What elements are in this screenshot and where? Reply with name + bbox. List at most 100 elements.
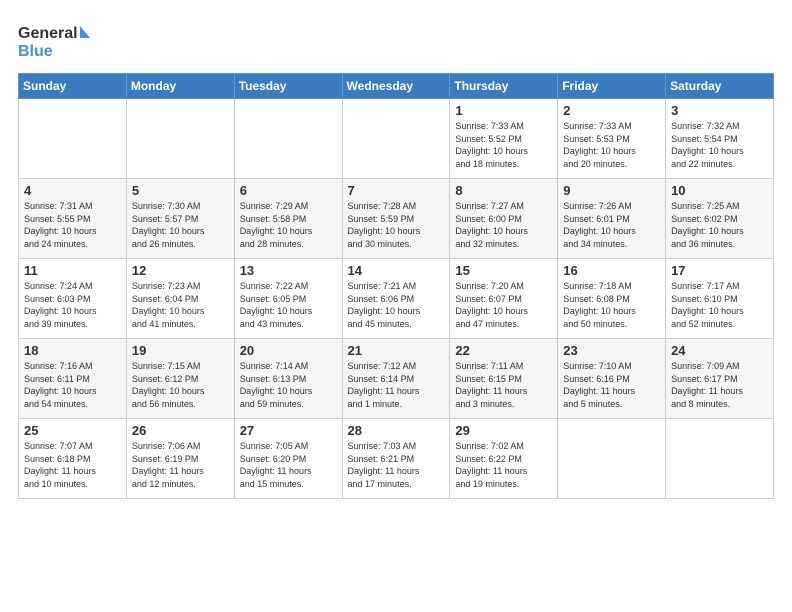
day-number: 4: [24, 183, 121, 198]
day-number: 16: [563, 263, 660, 278]
day-number: 8: [455, 183, 552, 198]
day-cell: 13 Sunrise: 7:22 AM Sunset: 6:05 PM Dayli…: [234, 259, 342, 339]
day-info: Sunrise: 7:10 AM Sunset: 6:16 PM Dayligh…: [563, 360, 660, 410]
calendar-table: SundayMondayTuesdayWednesdayThursdayFrid…: [18, 73, 774, 499]
day-cell: 5 Sunrise: 7:30 AM Sunset: 5:57 PM Daylig…: [126, 179, 234, 259]
weekday-saturday: Saturday: [666, 74, 774, 99]
day-cell: [342, 99, 450, 179]
day-info: Sunrise: 7:30 AM Sunset: 5:57 PM Dayligh…: [132, 200, 229, 250]
day-cell: 3 Sunrise: 7:32 AM Sunset: 5:54 PM Daylig…: [666, 99, 774, 179]
weekday-monday: Monday: [126, 74, 234, 99]
day-number: 19: [132, 343, 229, 358]
day-number: 9: [563, 183, 660, 198]
day-number: 23: [563, 343, 660, 358]
day-cell: [234, 99, 342, 179]
day-cell: 28 Sunrise: 7:03 AM Sunset: 6:21 PM Dayli…: [342, 419, 450, 499]
day-number: 6: [240, 183, 337, 198]
day-info: Sunrise: 7:21 AM Sunset: 6:06 PM Dayligh…: [348, 280, 445, 330]
day-cell: [19, 99, 127, 179]
weekday-tuesday: Tuesday: [234, 74, 342, 99]
day-cell: 21 Sunrise: 7:12 AM Sunset: 6:14 PM Dayli…: [342, 339, 450, 419]
day-cell: 2 Sunrise: 7:33 AM Sunset: 5:53 PM Daylig…: [558, 99, 666, 179]
logo: GeneralBlue: [18, 18, 98, 63]
day-info: Sunrise: 7:15 AM Sunset: 6:12 PM Dayligh…: [132, 360, 229, 410]
weekday-friday: Friday: [558, 74, 666, 99]
day-number: 25: [24, 423, 121, 438]
day-number: 14: [348, 263, 445, 278]
day-cell: [558, 419, 666, 499]
day-info: Sunrise: 7:12 AM Sunset: 6:14 PM Dayligh…: [348, 360, 445, 410]
day-info: Sunrise: 7:03 AM Sunset: 6:21 PM Dayligh…: [348, 440, 445, 490]
day-info: Sunrise: 7:20 AM Sunset: 6:07 PM Dayligh…: [455, 280, 552, 330]
day-cell: 15 Sunrise: 7:20 AM Sunset: 6:07 PM Dayli…: [450, 259, 558, 339]
header: GeneralBlue: [18, 18, 774, 63]
day-number: 27: [240, 423, 337, 438]
day-info: Sunrise: 7:27 AM Sunset: 6:00 PM Dayligh…: [455, 200, 552, 250]
day-cell: 4 Sunrise: 7:31 AM Sunset: 5:55 PM Daylig…: [19, 179, 127, 259]
day-number: 12: [132, 263, 229, 278]
day-cell: 14 Sunrise: 7:21 AM Sunset: 6:06 PM Dayli…: [342, 259, 450, 339]
day-cell: 8 Sunrise: 7:27 AM Sunset: 6:00 PM Daylig…: [450, 179, 558, 259]
page: GeneralBlue SundayMondayTuesdayWednesday…: [0, 0, 792, 612]
day-info: Sunrise: 7:26 AM Sunset: 6:01 PM Dayligh…: [563, 200, 660, 250]
day-cell: 18 Sunrise: 7:16 AM Sunset: 6:11 PM Dayli…: [19, 339, 127, 419]
day-number: 17: [671, 263, 768, 278]
day-info: Sunrise: 7:29 AM Sunset: 5:58 PM Dayligh…: [240, 200, 337, 250]
week-row-2: 4 Sunrise: 7:31 AM Sunset: 5:55 PM Daylig…: [19, 179, 774, 259]
day-cell: 26 Sunrise: 7:06 AM Sunset: 6:19 PM Dayli…: [126, 419, 234, 499]
day-info: Sunrise: 7:11 AM Sunset: 6:15 PM Dayligh…: [455, 360, 552, 410]
day-info: Sunrise: 7:22 AM Sunset: 6:05 PM Dayligh…: [240, 280, 337, 330]
svg-text:Blue: Blue: [18, 43, 53, 60]
day-cell: 25 Sunrise: 7:07 AM Sunset: 6:18 PM Dayli…: [19, 419, 127, 499]
day-info: Sunrise: 7:14 AM Sunset: 6:13 PM Dayligh…: [240, 360, 337, 410]
day-info: Sunrise: 7:25 AM Sunset: 6:02 PM Dayligh…: [671, 200, 768, 250]
day-cell: [666, 419, 774, 499]
day-number: 3: [671, 103, 768, 118]
day-number: 5: [132, 183, 229, 198]
day-info: Sunrise: 7:33 AM Sunset: 5:53 PM Dayligh…: [563, 120, 660, 170]
day-cell: 6 Sunrise: 7:29 AM Sunset: 5:58 PM Daylig…: [234, 179, 342, 259]
week-row-1: 1 Sunrise: 7:33 AM Sunset: 5:52 PM Daylig…: [19, 99, 774, 179]
day-number: 24: [671, 343, 768, 358]
day-cell: 17Sunrise: 7:17 AM Sunset: 6:10 PM Dayli…: [666, 259, 774, 339]
day-info: Sunrise: 7:06 AM Sunset: 6:19 PM Dayligh…: [132, 440, 229, 490]
day-cell: 12 Sunrise: 7:23 AM Sunset: 6:04 PM Dayli…: [126, 259, 234, 339]
week-row-4: 18 Sunrise: 7:16 AM Sunset: 6:11 PM Dayli…: [19, 339, 774, 419]
day-number: 21: [348, 343, 445, 358]
week-row-3: 11Sunrise: 7:24 AM Sunset: 6:03 PM Dayli…: [19, 259, 774, 339]
week-row-5: 25 Sunrise: 7:07 AM Sunset: 6:18 PM Dayli…: [19, 419, 774, 499]
weekday-wednesday: Wednesday: [342, 74, 450, 99]
day-info: Sunrise: 7:32 AM Sunset: 5:54 PM Dayligh…: [671, 120, 768, 170]
day-number: 10: [671, 183, 768, 198]
day-cell: [126, 99, 234, 179]
day-cell: 29 Sunrise: 7:02 AM Sunset: 6:22 PM Dayli…: [450, 419, 558, 499]
day-number: 18: [24, 343, 121, 358]
day-info: Sunrise: 7:31 AM Sunset: 5:55 PM Dayligh…: [24, 200, 121, 250]
day-info: Sunrise: 7:33 AM Sunset: 5:52 PM Dayligh…: [455, 120, 552, 170]
day-cell: 27Sunrise: 7:05 AM Sunset: 6:20 PM Dayli…: [234, 419, 342, 499]
day-number: 28: [348, 423, 445, 438]
day-number: 29: [455, 423, 552, 438]
weekday-header-row: SundayMondayTuesdayWednesdayThursdayFrid…: [19, 74, 774, 99]
day-info: Sunrise: 7:02 AM Sunset: 6:22 PM Dayligh…: [455, 440, 552, 490]
day-number: 1: [455, 103, 552, 118]
day-cell: 9 Sunrise: 7:26 AM Sunset: 6:01 PM Daylig…: [558, 179, 666, 259]
day-info: Sunrise: 7:16 AM Sunset: 6:11 PM Dayligh…: [24, 360, 121, 410]
weekday-sunday: Sunday: [19, 74, 127, 99]
day-info: Sunrise: 7:07 AM Sunset: 6:18 PM Dayligh…: [24, 440, 121, 490]
day-number: 15: [455, 263, 552, 278]
day-number: 20: [240, 343, 337, 358]
day-number: 26: [132, 423, 229, 438]
day-number: 2: [563, 103, 660, 118]
day-cell: 23 Sunrise: 7:10 AM Sunset: 6:16 PM Dayli…: [558, 339, 666, 419]
day-cell: 11Sunrise: 7:24 AM Sunset: 6:03 PM Dayli…: [19, 259, 127, 339]
logo-svg: GeneralBlue: [18, 18, 98, 63]
day-info: Sunrise: 7:23 AM Sunset: 6:04 PM Dayligh…: [132, 280, 229, 330]
svg-text:General: General: [18, 25, 78, 42]
day-info: Sunrise: 7:18 AM Sunset: 6:08 PM Dayligh…: [563, 280, 660, 330]
day-info: Sunrise: 7:24 AM Sunset: 6:03 PM Dayligh…: [24, 280, 121, 330]
day-cell: 22Sunrise: 7:11 AM Sunset: 6:15 PM Dayli…: [450, 339, 558, 419]
day-number: 13: [240, 263, 337, 278]
day-info: Sunrise: 7:09 AM Sunset: 6:17 PM Dayligh…: [671, 360, 768, 410]
day-cell: 7Sunrise: 7:28 AM Sunset: 5:59 PM Daylig…: [342, 179, 450, 259]
